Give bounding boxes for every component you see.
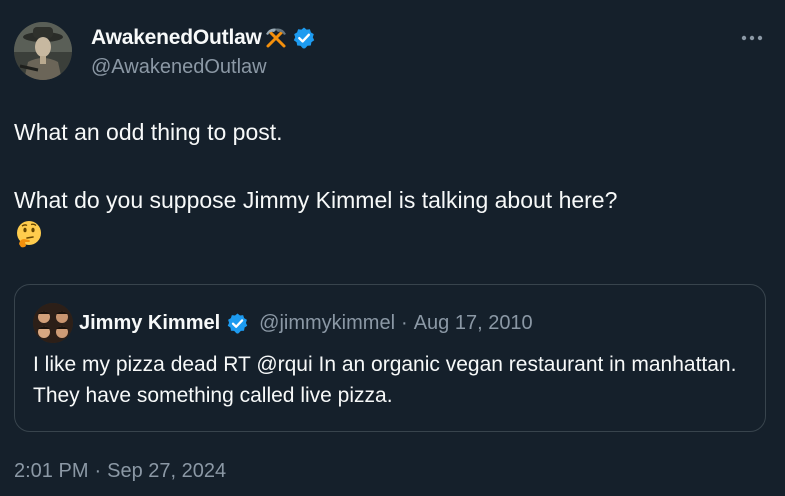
tweet-timestamp[interactable]: 2:01 PM · Sep 27, 2024 — [14, 460, 226, 483]
tweet-time: 2:01 PM — [14, 460, 89, 482]
verified-badge-icon[interactable] — [226, 312, 249, 335]
verified-badge-icon[interactable] — [292, 26, 316, 50]
tweet-text-line-1: What an odd thing to post. — [14, 119, 283, 145]
timestamp-separator: · — [94, 460, 102, 482]
pick-axe-icon — [263, 25, 289, 51]
more-options-icon[interactable] — [738, 28, 766, 48]
author-display-name[interactable]: AwakenedOutlaw — [91, 26, 262, 50]
cowboy-avatar-image — [14, 22, 72, 80]
quoted-handle[interactable]: @jimmykimmel — [259, 312, 395, 335]
jimmy-kimmel-avatar-image — [33, 303, 73, 343]
quoted-tweet-header: Jimmy Kimmel @jimmykimmel · Aug 17, 2010 — [79, 309, 533, 337]
quoted-author-avatar[interactable] — [33, 303, 73, 343]
tweet-text: What an odd thing to post. What do you s… — [14, 115, 774, 258]
tweet-date: Sep 27, 2024 — [107, 460, 227, 482]
author-avatar[interactable] — [14, 22, 72, 80]
author-handle[interactable]: @AwakenedOutlaw — [91, 56, 267, 79]
author-name-row: AwakenedOutlaw — [91, 24, 316, 52]
quoted-tweet-text: I like my pizza dead RT @rqui In an orga… — [33, 353, 737, 407]
quoted-separator: · — [401, 311, 408, 334]
quoted-date[interactable]: Aug 17, 2010 — [414, 312, 533, 335]
thinking-face-icon — [14, 219, 44, 249]
quoted-display-name[interactable]: Jimmy Kimmel — [79, 312, 220, 335]
tweet-text-line-2: What do you suppose Jimmy Kimmel is talk… — [14, 187, 618, 213]
quoted-tweet-card[interactable]: Jimmy Kimmel @jimmykimmel · Aug 17, 2010… — [14, 284, 766, 432]
